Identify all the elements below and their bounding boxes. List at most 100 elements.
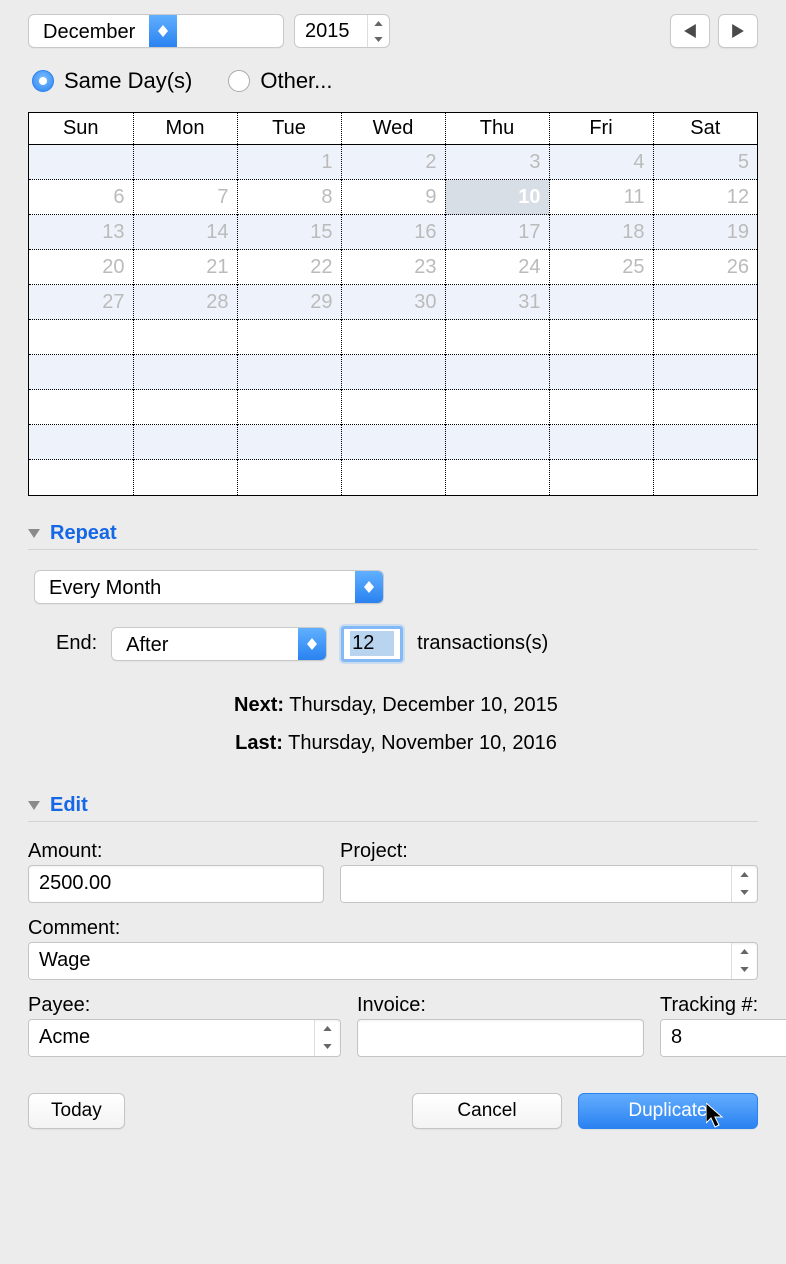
prev-month-button[interactable] (670, 14, 710, 48)
year-stepper[interactable] (294, 14, 390, 48)
calendar-day-cell (549, 390, 653, 425)
calendar-day-cell (653, 355, 757, 390)
month-dropdown[interactable]: December (28, 14, 284, 48)
comment-field[interactable] (29, 943, 731, 979)
calendar-day-cell (653, 285, 757, 320)
calendar-day-cell[interactable]: 30 (341, 285, 445, 320)
calendar-day-cell[interactable]: 17 (445, 215, 549, 250)
radio-dot-icon (228, 70, 250, 92)
calendar-day-cell[interactable]: 11 (549, 180, 653, 215)
chevron-down-icon[interactable] (315, 1038, 340, 1056)
payee-field[interactable] (29, 1020, 314, 1056)
calendar-day-cell[interactable]: 18 (549, 215, 653, 250)
transactions-label: transactions(s) (417, 632, 548, 655)
same-day-radio[interactable]: Same Day(s) (32, 68, 192, 94)
today-button[interactable]: Today (28, 1093, 125, 1129)
end-mode-dropdown[interactable]: After (111, 627, 327, 661)
edit-section-label: Edit (50, 794, 88, 817)
calendar-day-cell[interactable]: 25 (549, 250, 653, 285)
calendar-day-cell[interactable]: 14 (133, 215, 237, 250)
payee-combo[interactable] (28, 1019, 341, 1057)
calendar-weekday-header: Wed (341, 113, 445, 145)
calendar-day-cell[interactable]: 28 (133, 285, 237, 320)
year-field[interactable] (295, 15, 367, 47)
calendar-day-cell[interactable]: 20 (29, 250, 133, 285)
calendar-day-cell[interactable]: 9 (341, 180, 445, 215)
calendar-day-cell[interactable]: 5 (653, 145, 757, 180)
calendar-day-cell (237, 320, 341, 355)
calendar-day-cell (445, 460, 549, 495)
calendar-day-cell (549, 460, 653, 495)
duplicate-button[interactable]: Duplicate (578, 1093, 758, 1129)
calendar-day-cell (341, 390, 445, 425)
calendar-day-cell[interactable]: 22 (237, 250, 341, 285)
calendar-day-cell[interactable]: 16 (341, 215, 445, 250)
calendar-day-cell[interactable]: 12 (653, 180, 757, 215)
chevron-down-icon[interactable] (732, 961, 757, 979)
calendar-day-cell[interactable]: 6 (29, 180, 133, 215)
calendar-day-cell[interactable]: 19 (653, 215, 757, 250)
chevron-up-icon[interactable] (315, 1020, 340, 1038)
amount-field[interactable] (28, 865, 324, 903)
comment-combo[interactable] (28, 942, 758, 980)
calendar-day-cell[interactable]: 13 (29, 215, 133, 250)
stepper-buttons[interactable] (731, 866, 757, 902)
calendar-day-cell[interactable]: 8 (237, 180, 341, 215)
frequency-dropdown-label: Every Month (35, 571, 355, 603)
stepper-buttons[interactable] (367, 15, 389, 47)
calendar-day-cell (445, 390, 549, 425)
repeat-section-label: Repeat (50, 522, 117, 545)
calendar-day-cell (341, 460, 445, 495)
calendar-day-cell[interactable]: 7 (133, 180, 237, 215)
end-mode-dropdown-label: After (112, 628, 298, 660)
end-count-field-wrap[interactable] (341, 626, 403, 662)
calendar-day-cell[interactable]: 31 (445, 285, 549, 320)
project-combo[interactable] (340, 865, 758, 903)
invoice-field[interactable] (357, 1019, 644, 1057)
other-radio[interactable]: Other... (228, 68, 332, 94)
chevron-down-icon[interactable] (368, 31, 389, 47)
tracking-field[interactable] (661, 1020, 786, 1056)
calendar-day-cell[interactable]: 21 (133, 250, 237, 285)
calendar-day-cell[interactable]: 24 (445, 250, 549, 285)
calendar[interactable]: SunMonTueWedThuFriSat 123456789101112131… (28, 112, 758, 496)
cancel-button[interactable]: Cancel (412, 1093, 562, 1129)
calendar-day-cell[interactable]: 27 (29, 285, 133, 320)
chevron-up-icon[interactable] (732, 866, 757, 884)
calendar-day-cell[interactable]: 15 (237, 215, 341, 250)
calendar-day-cell[interactable]: 23 (341, 250, 445, 285)
calendar-day-cell (133, 355, 237, 390)
next-month-button[interactable] (718, 14, 758, 48)
chevron-down-icon[interactable] (732, 884, 757, 902)
updown-icon (355, 571, 383, 603)
calendar-day-cell (29, 320, 133, 355)
tracking-combo[interactable] (660, 1019, 786, 1057)
stepper-buttons[interactable] (731, 943, 757, 979)
calendar-day-cell[interactable]: 3 (445, 145, 549, 180)
next-date-label: Next: (234, 694, 284, 716)
tracking-label: Tracking #: (660, 994, 786, 1017)
calendar-day-cell[interactable]: 1 (237, 145, 341, 180)
disclosure-triangle-icon (28, 527, 40, 539)
project-field[interactable] (341, 866, 731, 902)
frequency-dropdown[interactable]: Every Month (34, 570, 384, 604)
calendar-day-cell (133, 425, 237, 460)
calendar-day-cell (133, 145, 237, 180)
chevron-up-icon[interactable] (368, 15, 389, 31)
end-count-field[interactable] (350, 631, 394, 656)
chevron-up-icon[interactable] (732, 943, 757, 961)
stepper-buttons[interactable] (314, 1020, 340, 1056)
calendar-day-cell[interactable]: 2 (341, 145, 445, 180)
calendar-day-cell (549, 285, 653, 320)
calendar-day-cell (653, 320, 757, 355)
calendar-day-cell (445, 425, 549, 460)
calendar-day-cell[interactable]: 29 (237, 285, 341, 320)
calendar-weekday-header: Sun (29, 113, 133, 145)
calendar-day-cell[interactable]: 4 (549, 145, 653, 180)
calendar-day-cell[interactable]: 10 (445, 180, 549, 215)
edit-section-header[interactable]: Edit (28, 794, 758, 822)
calendar-day-cell (29, 145, 133, 180)
calendar-day-cell (29, 460, 133, 495)
repeat-section-header[interactable]: Repeat (28, 522, 758, 550)
calendar-day-cell[interactable]: 26 (653, 250, 757, 285)
